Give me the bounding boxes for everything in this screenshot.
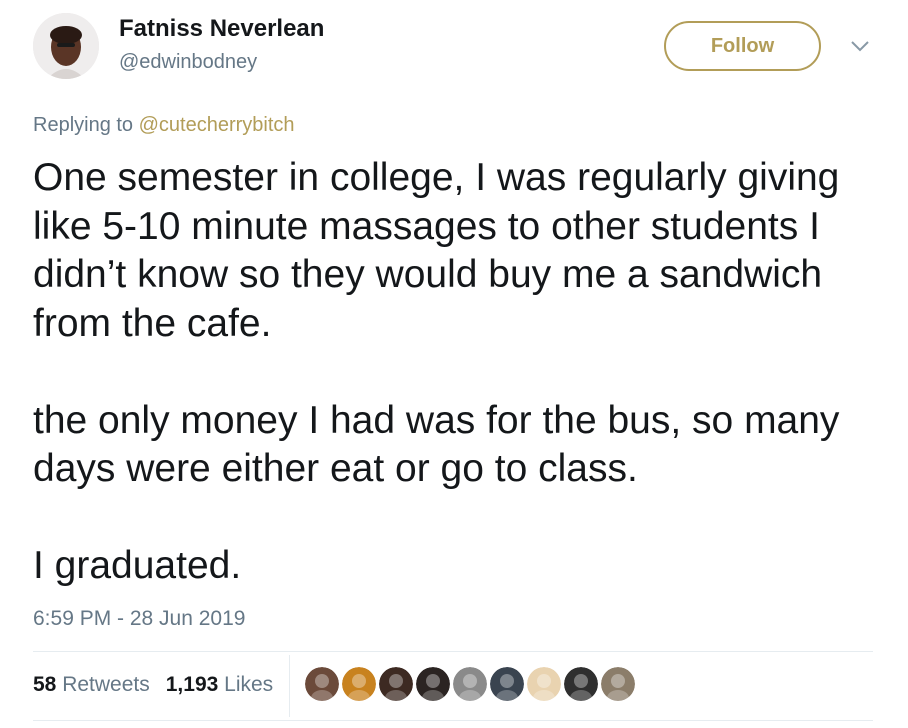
retweets-label: Retweets [62,673,150,696]
author-avatar[interactable] [33,13,99,79]
retweets-count: 58 [33,673,57,696]
liker-avatar-3-icon[interactable] [379,667,413,701]
liker-avatar-7-icon[interactable] [527,667,561,701]
author-display-name[interactable]: Fatniss Neverlean [119,15,324,43]
likes-label: Likes [224,673,274,696]
liker-avatar-1-icon[interactable] [305,667,339,701]
divider-bottom [33,720,873,721]
retweets-stat[interactable]: 58 Retweets [33,673,150,697]
replying-to-line: Replying to @cutecherrybitch [33,114,295,137]
liker-avatar-4-icon[interactable] [416,667,450,701]
tweet-timestamp[interactable]: 6:59 PM - 28 Jun 2019 [33,607,245,631]
chevron-down-icon[interactable] [847,36,873,56]
reply-target-link[interactable]: @cutecherrybitch [139,114,295,136]
divider-top [33,651,873,652]
liker-avatar-6-icon[interactable] [490,667,524,701]
liker-avatars [305,667,635,701]
liker-avatar-5-icon[interactable] [453,667,487,701]
replying-to-label: Replying to [33,114,134,136]
tweet-stats: 58 Retweets 1,193 Likes [33,673,273,697]
liker-avatar-2-icon[interactable] [342,667,376,701]
author-handle[interactable]: @edwinbodney [119,51,257,74]
stats-separator [289,655,290,717]
liker-avatar-8-icon[interactable] [564,667,598,701]
liker-avatar-9-icon[interactable] [601,667,635,701]
profile-photo-icon [33,13,99,79]
follow-button[interactable]: Follow [664,21,821,71]
likes-stat[interactable]: 1,193 Likes [166,673,273,697]
likes-count: 1,193 [165,673,219,696]
tweet-text: One semester in college, I was regularly… [33,156,840,587]
